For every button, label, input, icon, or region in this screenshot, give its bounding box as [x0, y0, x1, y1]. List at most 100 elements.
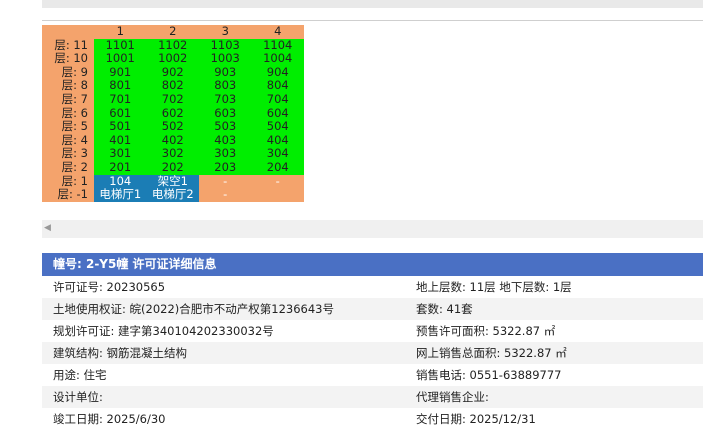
unit-cell[interactable]: 404: [251, 133, 304, 148]
floor-label: 层: 7: [42, 92, 94, 107]
floor-label: 层: 8: [42, 79, 94, 93]
info-right: 套数: 41套: [416, 302, 473, 316]
info-row: 建筑结构: 钢筋混凝土结构 网上销售总面积: 5322.87 ㎡: [42, 342, 703, 364]
unit-cell[interactable]: 1103: [199, 38, 252, 53]
unit-cell[interactable]: 603: [199, 106, 252, 121]
unit-cell[interactable]: 1001: [94, 52, 147, 66]
unit-cell[interactable]: 401: [94, 133, 147, 148]
floor-row: 层: 11 1101 1102 1103 1104: [42, 38, 304, 53]
floor-row: 层: 10 1001 1002 1003 1004: [42, 52, 304, 66]
column-header: 4: [251, 25, 304, 39]
info-row: 设计单位: 代理销售企业:: [42, 386, 703, 408]
info-right: 预售许可面积: 5322.87 ㎡: [416, 324, 556, 338]
floor-row: 层: 7 701 702 703 704: [42, 92, 304, 107]
unit-cell[interactable]: 403: [199, 133, 252, 148]
column-header-row: 1 2 3 4: [42, 25, 304, 39]
floor-label: 层: -1: [42, 188, 94, 202]
unit-cell[interactable]: 502: [146, 120, 199, 134]
top-scroll-strip: [42, 0, 703, 8]
unit-cell[interactable]: 1003: [199, 52, 252, 66]
floor-row: 层: 4 401 402 403 404: [42, 133, 304, 148]
corner-cell: [42, 25, 94, 39]
column-header: 3: [199, 25, 252, 39]
unit-cell[interactable]: 1101: [94, 38, 147, 53]
info-row: 土地使用权证: 皖(2022)合肥市不动产权第1236643号 套数: 41套: [42, 298, 703, 320]
unit-cell[interactable]: 902: [146, 65, 199, 80]
unit-cell[interactable]: 电梯厅2: [146, 188, 199, 202]
unit-cell[interactable]: 302: [146, 147, 199, 161]
unit-cell[interactable]: 602: [146, 106, 199, 121]
divider: [42, 20, 703, 21]
info-right: 网上销售总面积: 5322.87 ㎡: [416, 346, 567, 360]
unit-cell[interactable]: 701: [94, 92, 147, 107]
unit-cell[interactable]: 201: [94, 160, 147, 175]
info-left: 规划许可证: 建字第340104202330032号: [53, 324, 274, 338]
info-right: 交付日期: 2025/12/31: [416, 412, 536, 426]
unit-cell[interactable]: 604: [251, 106, 304, 121]
floor-row: 层: 6 601 602 603 604: [42, 106, 304, 121]
floor-label: 层: 6: [42, 106, 94, 121]
permit-info-list: 许可证号: 20230565 地上层数: 11层 地下层数: 1层 土地使用权证…: [42, 276, 703, 430]
unit-cell: -: [199, 174, 252, 189]
unit-cell[interactable]: 803: [199, 79, 252, 93]
horizontal-scrollbar[interactable]: ◀: [42, 220, 703, 238]
unit-cell[interactable]: 804: [251, 79, 304, 93]
floor-label: 层: 11: [42, 38, 94, 53]
unit-cell[interactable]: 601: [94, 106, 147, 121]
info-right: 地上层数: 11层 地下层数: 1层: [416, 280, 572, 294]
floor-label: 层: 10: [42, 52, 94, 66]
floor-label: 层: 4: [42, 133, 94, 148]
unit-cell[interactable]: 704: [251, 92, 304, 107]
unit-cell[interactable]: 903: [199, 65, 252, 80]
floor-row: 层: 5 501 502 503 504: [42, 120, 304, 134]
unit-cell[interactable]: 1002: [146, 52, 199, 66]
scroll-left-icon[interactable]: ◀: [44, 223, 51, 233]
info-row: 竣工日期: 2025/6/30 交付日期: 2025/12/31: [42, 408, 703, 430]
floor-row: 层: 8 801 802 803 804: [42, 79, 304, 93]
unit-cell[interactable]: 1102: [146, 38, 199, 53]
info-left: 许可证号: 20230565: [53, 280, 166, 294]
floor-row: 层: 9 901 902 903 904: [42, 65, 304, 80]
unit-cell[interactable]: 904: [251, 65, 304, 80]
column-header: 1: [94, 25, 147, 39]
unit-cell[interactable]: 电梯厅1: [94, 188, 147, 202]
unit-cell[interactable]: 402: [146, 133, 199, 148]
info-left: 建筑结构: 钢筋混凝土结构: [53, 346, 188, 360]
floor-row: 层: 1 104 架空1 - -: [42, 174, 304, 189]
unit-cell[interactable]: 801: [94, 79, 147, 93]
unit-cell[interactable]: 504: [251, 120, 304, 134]
unit-cell[interactable]: 304: [251, 147, 304, 161]
floor-label: 层: 5: [42, 120, 94, 134]
info-row: 用途: 住宅 销售电话: 0551-63889777: [42, 364, 703, 386]
unit-cell[interactable]: 703: [199, 92, 252, 107]
info-right: 销售电话: 0551-63889777: [416, 368, 562, 382]
panel-title: 幢号: 2-Y5幢 许可证详细信息: [42, 253, 703, 276]
info-row: 规划许可证: 建字第340104202330032号 预售许可面积: 5322.…: [42, 320, 703, 342]
unit-cell[interactable]: 301: [94, 147, 147, 161]
unit-cell[interactable]: 1004: [251, 52, 304, 66]
unit-cell[interactable]: 104: [94, 174, 147, 189]
unit-cell[interactable]: 架空1: [146, 174, 199, 189]
unit-cell[interactable]: 802: [146, 79, 199, 93]
unit-cell[interactable]: 202: [146, 160, 199, 175]
unit-cell[interactable]: 501: [94, 120, 147, 134]
info-left: 用途: 住宅: [53, 368, 107, 382]
floor-unit-grid: 1 2 3 4 层: 11 1101 1102 1103 1104 层: 10 …: [42, 25, 304, 202]
info-row: 许可证号: 20230565 地上层数: 11层 地下层数: 1层: [42, 276, 703, 298]
unit-cell[interactable]: 503: [199, 120, 252, 134]
floor-label: 层: 2: [42, 160, 94, 175]
unit-cell[interactable]: 204: [251, 160, 304, 175]
floor-label: 层: 9: [42, 65, 94, 80]
unit-cell: -: [199, 188, 252, 202]
unit-cell: -: [251, 174, 304, 189]
floor-row: 层: 2 201 202 203 204: [42, 160, 304, 175]
unit-cell[interactable]: 702: [146, 92, 199, 107]
info-left: 设计单位:: [53, 390, 103, 404]
unit-cell[interactable]: 1104: [251, 38, 304, 53]
floor-label: 层: 3: [42, 147, 94, 161]
unit-cell[interactable]: 901: [94, 65, 147, 80]
column-header: 2: [146, 25, 199, 39]
unit-cell[interactable]: 303: [199, 147, 252, 161]
unit-cell[interactable]: 203: [199, 160, 252, 175]
info-right: 代理销售企业:: [416, 390, 489, 404]
